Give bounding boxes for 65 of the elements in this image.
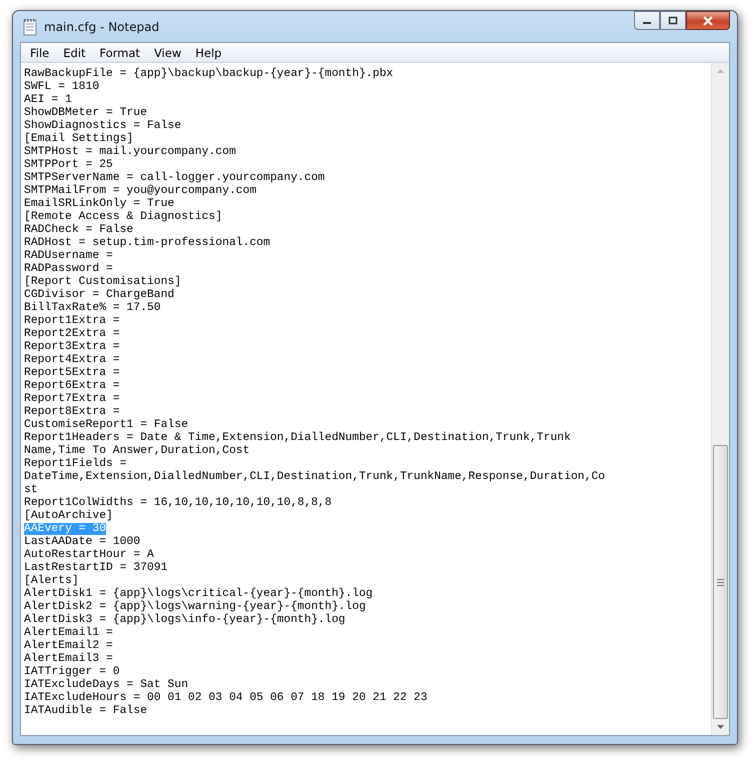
text-line: IATTrigger = 0 xyxy=(24,666,120,678)
text-line: [Remote Access & Diagnostics] xyxy=(24,211,222,223)
text-line: IATExcludeDays = Sat Sun xyxy=(24,679,188,691)
grip-icon xyxy=(717,578,724,586)
text-line: Report8Extra = xyxy=(24,406,120,418)
text-line: CGDivisor = ChargeBand xyxy=(24,289,174,301)
text-line: AlertEmail2 = xyxy=(24,640,113,652)
text-line: Report1Extra = xyxy=(24,315,120,327)
text-line: SMTPServerName = call-logger.yourcompany.com xyxy=(24,172,325,184)
text-line: Report1Headers = Date & Time,Extension,DialledNumber,CLI,Destination,Trunk,Trunk xyxy=(24,432,571,444)
maximize-button[interactable] xyxy=(660,11,686,30)
text-line: SWFL = 1810 xyxy=(24,81,100,93)
text-line: RADHost = setup.tim-professional.com xyxy=(24,237,270,249)
text-line: AlertDisk2 = {app}\logs\warning-{year}-{month}.log xyxy=(24,601,366,613)
text-line: Report6Extra = xyxy=(24,380,120,392)
minimize-button[interactable] xyxy=(634,11,660,30)
text-line: BillTaxRate% = 17.50 xyxy=(24,302,161,314)
menu-item[interactable]: View xyxy=(147,46,188,60)
text-line: [Email Settings] xyxy=(24,133,134,145)
text-line: Report2Extra = xyxy=(24,328,120,340)
text-line: RADPassword = xyxy=(24,263,113,275)
menu-item[interactable]: Edit xyxy=(56,46,93,60)
text-line: AEI = 1 xyxy=(24,94,72,106)
text-line: [Report Customisations] xyxy=(24,276,182,288)
notepad-icon xyxy=(22,18,38,36)
text-line: SMTPHost = mail.yourcompany.com xyxy=(24,146,236,158)
text-line: ShowDBMeter = True xyxy=(24,107,148,119)
text-line: AlertDisk1 = {app}\logs\critical-{year}-{month}.log xyxy=(24,588,373,600)
text-line: Report7Extra = xyxy=(24,393,120,405)
text-line: LastAADate = 1000 xyxy=(24,536,140,548)
text-line: AutoRestartHour = A xyxy=(24,549,154,561)
text-line: RADCheck = False xyxy=(24,224,134,236)
scrollbar[interactable] xyxy=(711,63,729,735)
text-line: Report5Extra = xyxy=(24,367,120,379)
window-title: main.cfg - Notepad xyxy=(44,20,160,34)
text-line: Report1Fields = xyxy=(24,458,127,470)
text-line: [AutoArchive] xyxy=(24,510,113,522)
close-button[interactable] xyxy=(686,11,730,30)
text-line: EmailSRLinkOnly = True xyxy=(24,198,174,210)
text-line: DateTime,Extension,DialledNumber,CLI,Destination,Trunk,TrunkName,Response,Duration,Co xyxy=(24,471,606,483)
text-line: [Alerts] xyxy=(24,575,79,587)
text-line: Report3Extra = xyxy=(24,341,120,353)
text-line: st xyxy=(24,484,38,496)
menu-item[interactable]: File xyxy=(23,46,56,60)
text-line: SMTPPort = 25 xyxy=(24,159,113,171)
scroll-down-icon[interactable] xyxy=(717,725,724,729)
text-line: RawBackupFile = {app}\backup\backup-{year}-{month}.pbx xyxy=(24,68,394,80)
text-line: AlertDisk3 = {app}\logs\info-{year}-{month}.log xyxy=(24,614,346,626)
text-line: SMTPMailFrom = you@yourcompany.com xyxy=(24,185,256,197)
maximize-icon xyxy=(668,16,678,25)
text-line: AlertEmail1 = xyxy=(24,627,113,639)
text-line: IATExcludeHours = 00 01 02 03 04 05 06 07 18 19 20 21 22 23 xyxy=(24,692,428,704)
text-line: RADUsername = xyxy=(24,250,113,262)
scroll-thumb[interactable] xyxy=(713,445,728,719)
menu-item[interactable]: Format xyxy=(92,46,148,60)
text-line: IATAudible = False xyxy=(24,705,148,717)
close-icon xyxy=(702,16,714,26)
text-line: ShowDiagnostics = False xyxy=(24,120,182,132)
text-line: CustomiseReport1 = False xyxy=(24,419,188,431)
text-line: AlertEmail3 = xyxy=(24,653,113,665)
text-line: LastRestartID = 37091 xyxy=(24,562,168,574)
text-line: Report4Extra = xyxy=(24,354,120,366)
text-line: Report1ColWidths = 16,10,10,10,10,10,10,8,8,8 xyxy=(24,497,332,509)
menu-item[interactable]: Help xyxy=(188,46,229,60)
text-line: Name,Time To Answer,Duration,Cost xyxy=(24,445,250,457)
